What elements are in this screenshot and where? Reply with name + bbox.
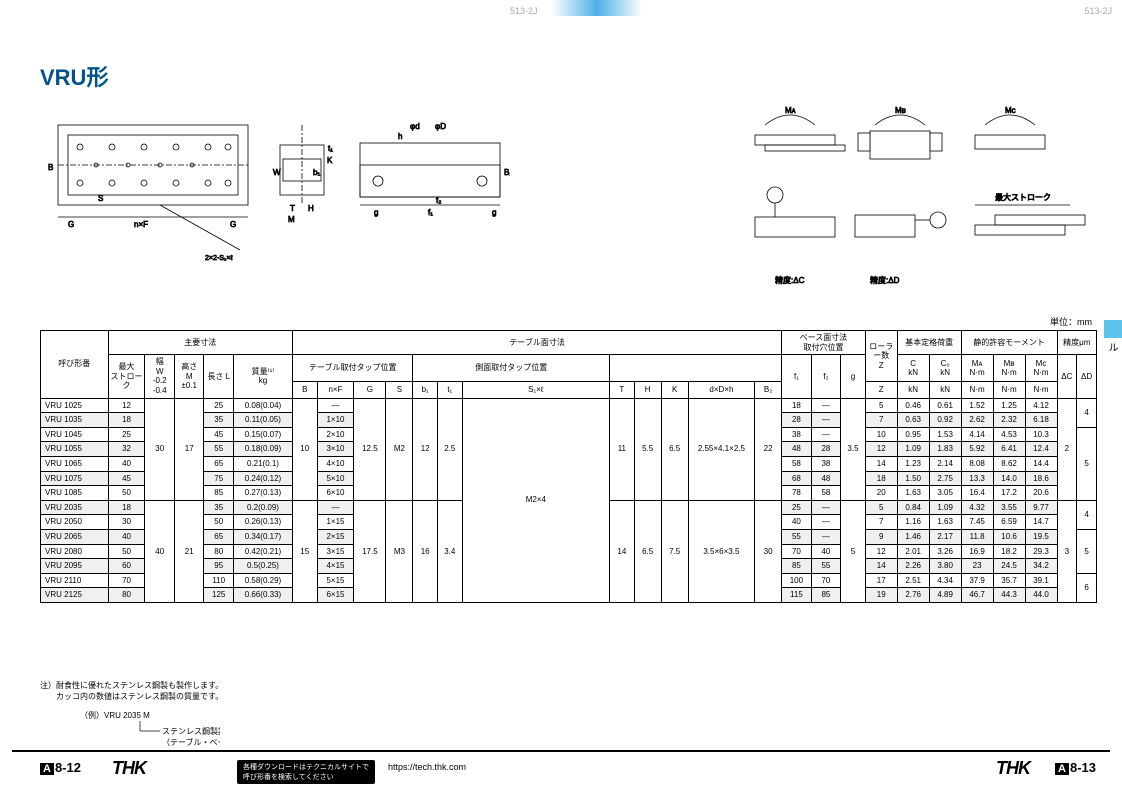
svg-text:K: K <box>327 156 333 165</box>
page-title: VRU形 <box>40 60 108 92</box>
logo-left: THK <box>112 758 146 779</box>
header-code-right: 513-2J <box>1084 6 1112 16</box>
technical-drawing-right: Mᴀ Mʙ Mᴄ 精度:ΔC 精度:ΔD 最大ストローク <box>750 105 1090 305</box>
svg-text:g: g <box>492 208 496 217</box>
svg-text:（テーブル・ベースはアルミ）: （テーブル・ベースはアルミ） <box>162 737 220 747</box>
svg-text:Mᴀ: Mᴀ <box>785 106 796 115</box>
svg-text:最大ストローク: 最大ストローク <box>995 192 1051 202</box>
svg-text:T: T <box>290 204 295 213</box>
svg-text:φD: φD <box>435 122 446 131</box>
unit-label: 単位：mm <box>1050 315 1092 328</box>
svg-text:精度:ΔC: 精度:ΔC <box>775 275 805 285</box>
example-box: （例）VRU 2035 M ステンレス鋼製記号 （テーブル・ベースはアルミ） <box>80 710 220 755</box>
svg-text:M: M <box>288 215 295 224</box>
svg-text:b₁: b₁ <box>313 168 320 177</box>
svg-text:φd: φd <box>410 122 420 131</box>
svg-text:g: g <box>374 208 378 217</box>
svg-text:S: S <box>98 194 103 203</box>
svg-text:B₂: B₂ <box>504 168 510 177</box>
svg-text:t₁: t₁ <box>328 144 333 153</box>
svg-text:Mᴄ: Mᴄ <box>1005 106 1016 115</box>
svg-text:精度:ΔD: 精度:ΔD <box>870 275 900 285</box>
svg-text:G: G <box>230 220 236 229</box>
page-number-left: A8-12 <box>40 760 81 775</box>
svg-text:ステンレス鋼製記号: ステンレス鋼製記号 <box>162 726 220 736</box>
side-tab-marker <box>1104 320 1122 338</box>
svg-text:B: B <box>48 163 53 172</box>
svg-text:h: h <box>398 132 402 141</box>
logo-right: THK <box>996 758 1030 779</box>
svg-text:H: H <box>308 204 314 213</box>
footer: A8-12 THK 各種ダウンロードはテクニカルサイトで 呼び形番を検索してくだ… <box>12 750 1110 782</box>
svg-text:n×F: n×F <box>134 220 148 229</box>
svg-text:2×2-S₁×ℓ: 2×2-S₁×ℓ <box>205 255 233 262</box>
spec-table: 呼び形番 主要寸法 テーブル面寸法 ベース面寸法 取付穴位置 ローラー数 Z 基… <box>40 330 1097 603</box>
side-tab-label: クロスローラーテーブル <box>1104 342 1122 468</box>
svg-text:G: G <box>68 220 74 229</box>
technical-drawing-left: B n×F G G S 2×2-S₁×ℓ W b₁ K T H M t₁ g f… <box>40 105 510 285</box>
svg-text:f₂: f₂ <box>436 196 441 205</box>
svg-text:Mʙ: Mʙ <box>895 106 906 115</box>
footer-url: https://tech.thk.com <box>388 762 466 772</box>
svg-text:f₁: f₁ <box>428 208 433 217</box>
download-info: 各種ダウンロードはテクニカルサイトで 呼び形番を検索してください <box>237 760 375 784</box>
side-tab: クロスローラーテーブル <box>1104 320 1122 450</box>
header-code-left: 513-2J <box>510 6 538 16</box>
svg-text:W: W <box>273 168 281 177</box>
page-number-right: A8-13 <box>1055 760 1096 775</box>
header-gradient <box>552 0 642 16</box>
notes: 注）耐食性に優れたステンレス鋼製も製作します。 カッコ内の数値はステンレス鋼製の… <box>40 680 223 702</box>
